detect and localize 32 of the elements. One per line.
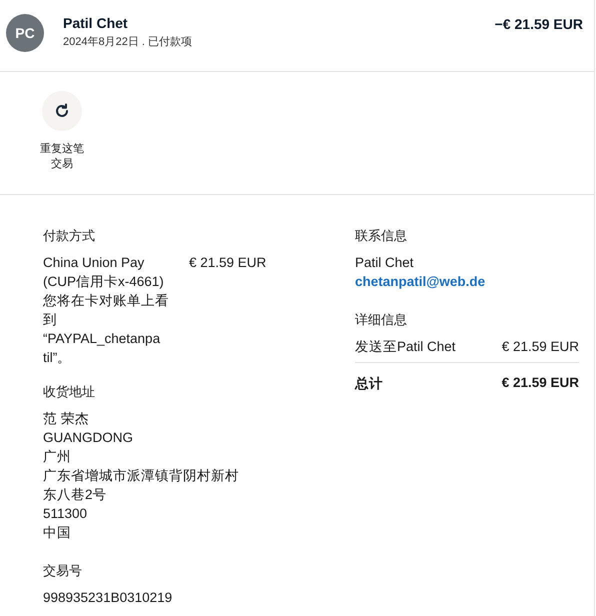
address-line: 广州	[43, 448, 71, 466]
avatar: PC	[6, 14, 44, 52]
payment-method-text: 到	[43, 311, 57, 329]
section-heading: 详细信息	[355, 311, 407, 329]
section-heading: 收货地址	[43, 383, 95, 401]
address-line: 中国	[43, 524, 71, 542]
section-heading: 付款方式	[43, 227, 95, 245]
payee-name: Patil Chet	[63, 14, 129, 30]
payment-method-text: China Union Pay	[43, 254, 144, 272]
contact-name: Patil Chet	[355, 254, 414, 272]
payment-amount: € 21.59 EUR	[189, 254, 266, 272]
address-line: 广东省增城市派潭镇背阴村新村	[43, 467, 239, 485]
refresh-icon	[54, 103, 70, 119]
transaction-amount: −€ 21.59 EUR	[494, 16, 583, 32]
detail-amount: € 21.59 EUR	[502, 338, 579, 356]
email-link[interactable]: chetanpatil@web.de	[355, 272, 486, 291]
transaction-id: 998935231B0310219	[43, 589, 172, 607]
payment-method-text: “PAYPAL_chetanpa	[43, 330, 160, 348]
transaction-date-status: 2024年8月22日 . 已付款项	[63, 34, 193, 48]
payment-method-text: (CUP信用卡x-4661)	[43, 273, 164, 291]
section-heading: 联系信息	[355, 227, 407, 245]
detail-label: 发送至Patil Chet	[355, 338, 456, 356]
section-heading: 交易号	[43, 562, 82, 580]
address-line: 东八巷2号	[43, 486, 107, 504]
address-line: 范 荣杰	[43, 410, 89, 428]
payment-method-text: 您将在卡对账单上看	[43, 292, 169, 310]
address-line: GUANGDONG	[43, 429, 134, 447]
repeat-transaction-button[interactable]: 重复这笔 交易	[40, 91, 84, 172]
address-line: 511300	[43, 505, 88, 523]
total-label: 总计	[355, 375, 383, 393]
payment-method-text: til”。	[43, 349, 72, 367]
total-amount: € 21.59 EUR	[502, 375, 579, 392]
